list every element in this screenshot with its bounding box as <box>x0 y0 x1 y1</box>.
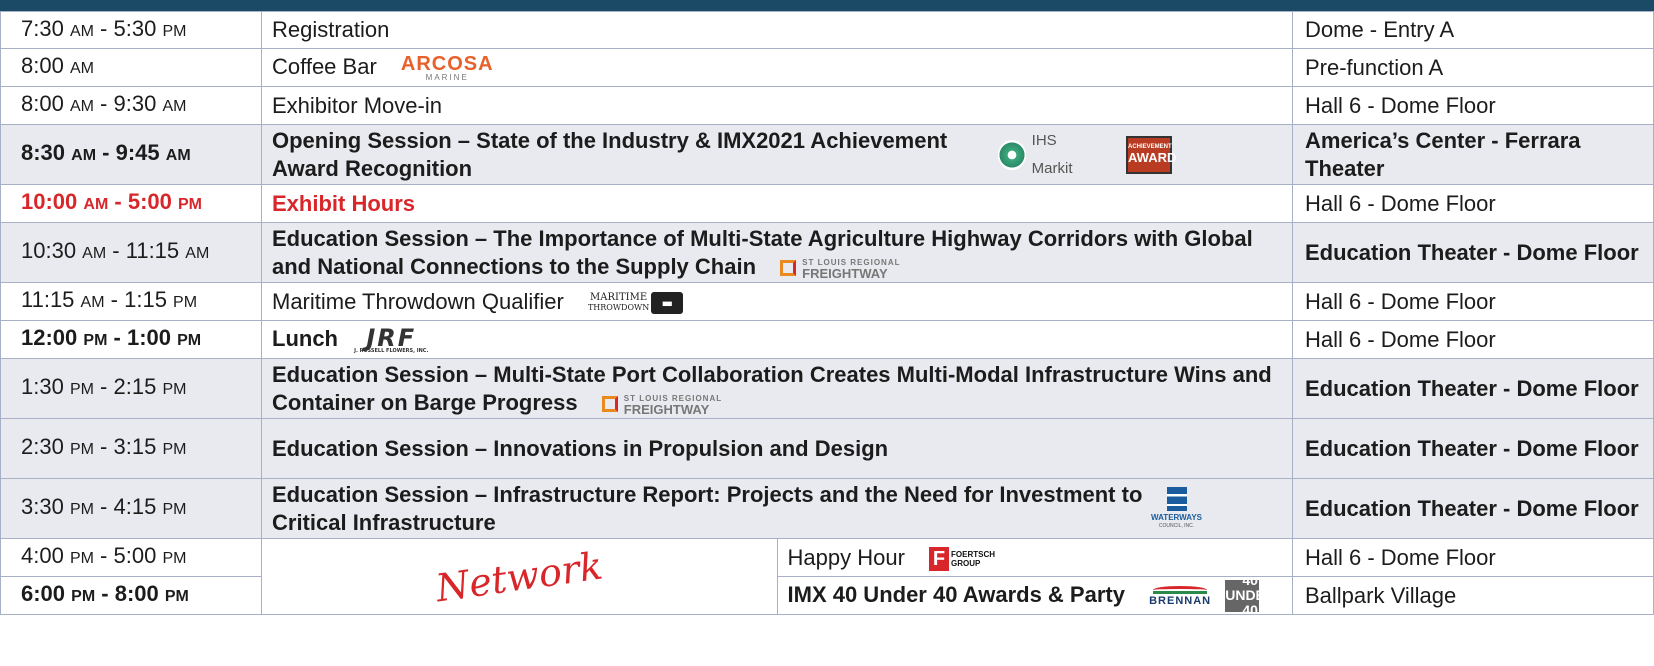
location-cell: Hall 6 - Dome Floor <box>1292 282 1654 321</box>
freightway-icon <box>780 259 797 276</box>
event-title: Happy Hour <box>787 544 905 570</box>
time-cell: 10:30 AM - 11:15 AM <box>0 222 262 283</box>
table-row: 1:30 PM - 2:15 PM Education Session – Mu… <box>0 358 1654 419</box>
time-cell: 10:00 AM - 5:00 PM <box>0 184 262 223</box>
location-cell: Hall 6 - Dome Floor <box>1292 86 1654 125</box>
event-cell: Coffee Bar ARCOSA MARINE <box>261 48 1293 87</box>
table-row: 11:15 AM - 1:15 PM Maritime Throwdown Qu… <box>0 282 1654 321</box>
event-cell: Education Session – Multi-State Port Col… <box>261 358 1293 419</box>
event-title: Maritime Throwdown Qualifier <box>272 288 564 314</box>
achievement-award-badge: ACHIEVEMENT AWARD <box>1126 135 1176 174</box>
event-cell: Happy Hour F FOERTSCH GROUP <box>776 538 1293 577</box>
location-cell: Education Theater - Dome Floor <box>1292 478 1654 539</box>
time-cell: 8:30 AM - 9:45 AM <box>0 124 262 185</box>
waterways-council-logo: WATERWAYS COUNCIL, INC. <box>1151 486 1202 531</box>
schedule-table: 7:30 AM - 5:30 PM Registration Dome - En… <box>0 11 1654 615</box>
freightway-logo: ST LOUIS REGIONAL FREIGHTWAY <box>601 393 722 416</box>
table-row: 4:00 PM - 5:00 PM Network Happy Hour F FO… <box>0 538 1654 615</box>
jrf-logo: JRF J. RUSSELL FLOWERS, INC. <box>354 323 429 354</box>
event-cell: Education Session – The Importance of Mu… <box>261 222 1293 283</box>
event-cell: Education Session – Innovations in Propu… <box>261 418 1293 479</box>
ihs-burst-icon <box>998 139 1026 170</box>
location-cell: Education Theater - Dome Floor <box>1292 358 1654 419</box>
table-row: 8:30 AM - 9:45 AM Opening Session – Stat… <box>0 124 1654 185</box>
event-cell: Registration <box>261 11 1293 49</box>
location-cell: Dome - Entry A <box>1292 11 1654 49</box>
event-title: Education Session – Infrastructure Repor… <box>272 481 1143 535</box>
table-row: 6:00 PM - 8:00 PM IMX 40 Under 40 Awards… <box>0 576 1654 615</box>
table-row: 8:00 AM Coffee Bar ARCOSA MARINE Pre-func… <box>0 48 1654 87</box>
time-cell: 11:15 AM - 1:15 PM <box>0 282 262 321</box>
network-cell: Network <box>261 538 778 615</box>
time-cell: 7:30 AM - 5:30 PM <box>0 11 262 49</box>
event-title: IMX 40 Under 40 Awards & Party <box>787 581 1125 607</box>
network-label: Network <box>433 543 606 610</box>
table-row: 12:00 PM - 1:00 PM Lunch JRF J. RUSSELL F… <box>0 320 1654 359</box>
freightway-icon <box>601 395 618 412</box>
table-row: 10:30 AM - 11:15 AM Education Session – … <box>0 222 1654 283</box>
event-cell: Maritime Throwdown Qualifier MARITIME THR… <box>261 282 1293 321</box>
ihs-markit-logo: IHS Markit <box>998 127 1096 183</box>
table-row: 7:30 AM - 5:30 PM Registration Dome - En… <box>0 11 1654 49</box>
header-bar <box>0 0 1654 11</box>
event-title: Education Session – The Importance of Mu… <box>272 225 1253 279</box>
event-title: Coffee Bar <box>272 54 377 80</box>
event-cell: Exhibit Hours <box>261 184 1293 223</box>
arcosa-logo: ARCOSA MARINE <box>400 52 494 82</box>
anvil-icon: ▬ <box>651 291 684 314</box>
time-cell: 8:00 AM - 9:30 AM <box>0 86 262 125</box>
maritime-throwdown-logo: MARITIME THROWDOWN ▬ <box>588 291 684 314</box>
brennan-logo: BRENNAN <box>1149 585 1211 606</box>
event-cell: Exhibitor Move-in <box>261 86 1293 125</box>
event-title: Education Session – Multi-State Port Col… <box>272 361 1272 415</box>
location-cell: Hall 6 - Dome Floor <box>1292 320 1654 359</box>
location-cell: Ballpark Village <box>1292 576 1654 615</box>
event-cell: Education Session – Infrastructure Repor… <box>261 478 1293 539</box>
event-cell: IMX 40 Under 40 Awards & Party BRENNAN 4… <box>776 576 1293 615</box>
40-under-40-badge: 40 UNDER 40 <box>1225 576 1275 615</box>
time-cell: 2:30 PM - 3:15 PM <box>0 418 262 479</box>
foertsch-group-logo: F FOERTSCH GROUP <box>929 546 995 571</box>
location-cell: Education Theater - Dome Floor <box>1292 222 1654 283</box>
table-row: 10:00 AM - 5:00 PM Exhibit Hours Hall 6 … <box>0 184 1654 223</box>
time-cell: 6:00 PM - 8:00 PM <box>0 576 262 615</box>
table-row: 2:30 PM - 3:15 PM Education Session – In… <box>0 418 1654 479</box>
table-row: 8:00 AM - 9:30 AM Exhibitor Move-in Hall… <box>0 86 1654 125</box>
time-cell: 12:00 PM - 1:00 PM <box>0 320 262 359</box>
freightway-logo: ST LOUIS REGIONAL FREIGHTWAY <box>780 257 900 280</box>
waterways-icon <box>1166 486 1187 511</box>
location-cell: Pre-function A <box>1292 48 1654 87</box>
time-cell: 1:30 PM - 2:15 PM <box>0 358 262 419</box>
wave-icon <box>1153 585 1208 594</box>
event-title: Opening Session – State of the Industry … <box>272 127 948 181</box>
location-cell: Hall 6 - Dome Floor <box>1292 538 1654 577</box>
event-cell: Opening Session – State of the Industry … <box>261 124 1293 185</box>
time-cell: 8:00 AM <box>0 48 262 87</box>
time-cell: 3:30 PM - 4:15 PM <box>0 478 262 539</box>
time-cell: 4:00 PM - 5:00 PM <box>0 538 262 577</box>
location-cell: America’s Center - Ferrara Theater <box>1292 124 1654 185</box>
event-title: Lunch <box>272 326 338 352</box>
location-cell: Education Theater - Dome Floor <box>1292 418 1654 479</box>
event-cell: Lunch JRF J. RUSSELL FLOWERS, INC. <box>261 320 1293 359</box>
table-row: 3:30 PM - 4:15 PM Education Session – In… <box>0 478 1654 539</box>
location-cell: Hall 6 - Dome Floor <box>1292 184 1654 223</box>
